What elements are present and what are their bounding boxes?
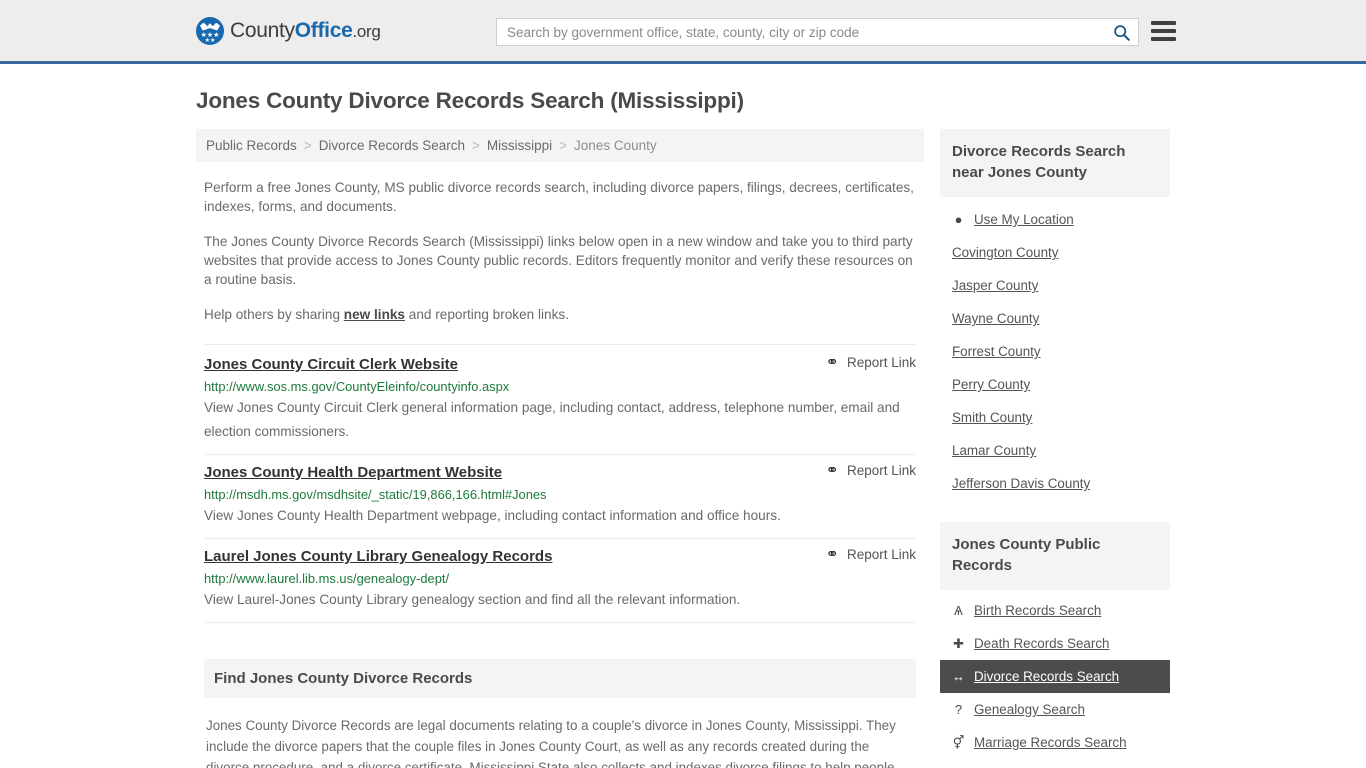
- page-body: Jones County Divorce Records Search (Mis…: [0, 88, 1366, 768]
- breadcrumb-item-mississippi[interactable]: Mississippi: [487, 138, 552, 153]
- report-link-button[interactable]: ⚭ Report Link: [826, 355, 916, 370]
- sidebar-nearby-heading: Divorce Records Search near Jones County: [940, 129, 1170, 197]
- find-records-body: Jones County Divorce Records are legal d…: [206, 718, 896, 768]
- broken-link-icon: ⚭: [826, 546, 840, 563]
- report-link-label: Report Link: [846, 547, 916, 562]
- resource-link-description: View Jones County Circuit Clerk general …: [204, 400, 900, 439]
- brand-part-org: .org: [352, 21, 381, 41]
- sidebar-item-label: Divorce Records Search: [974, 669, 1120, 684]
- intro-paragraph-1: Perform a free Jones County, MS public d…: [204, 180, 914, 214]
- sidebar-item-jasper-county[interactable]: Jasper County: [940, 269, 1170, 302]
- search-input[interactable]: [497, 19, 1104, 45]
- site-logo[interactable]: ★★★ ★★ CountyOffice.org: [196, 16, 381, 45]
- intro-paragraph-2: The Jones County Divorce Records Search …: [204, 234, 913, 287]
- resource-link-title[interactable]: Laurel Jones County Library Genealogy Re…: [204, 547, 552, 567]
- resource-link-url: http://www.laurel.lib.ms.us/genealogy-de…: [204, 571, 450, 586]
- resource-link-url: http://msdh.ms.gov/msdhsite/_static/19,8…: [204, 487, 547, 502]
- site-header: ★★★ ★★ CountyOffice.org: [0, 0, 1366, 64]
- double-arrow-icon: ↔: [952, 669, 965, 684]
- find-records-heading: Find Jones County Divorce Records: [204, 659, 916, 698]
- sidebar-item-label: Birth Records Search: [974, 603, 1102, 618]
- breadcrumb-item-divorce-records-search[interactable]: Divorce Records Search: [319, 138, 465, 153]
- main-content: Public Records > Divorce Records Search …: [196, 129, 924, 768]
- sidebar-item-label: Wayne County: [952, 311, 1040, 326]
- resource-link-description: View Jones County Health Department webp…: [204, 508, 781, 523]
- intro-p3-after: and reporting broken links.: [405, 307, 569, 322]
- report-link-button[interactable]: ⚭ Report Link: [826, 547, 916, 562]
- new-links-link[interactable]: new links: [344, 307, 405, 322]
- sidebar-item-marriage-records-search[interactable]: ⚥ Marriage Records Search: [940, 726, 1170, 759]
- report-link-button[interactable]: ⚭ Report Link: [826, 463, 916, 478]
- link-header-row: Laurel Jones County Library Genealogy Re…: [204, 547, 916, 567]
- breadcrumb-separator: >: [303, 138, 312, 153]
- breadcrumb: Public Records > Divorce Records Search …: [196, 129, 924, 162]
- sidebar-public-records-heading: Jones County Public Records: [940, 522, 1170, 590]
- sidebar: Divorce Records Search near Jones County…: [940, 129, 1170, 759]
- report-link-label: Report Link: [846, 355, 916, 370]
- sidebar-item-forrest-county[interactable]: Forrest County: [940, 335, 1170, 368]
- brand-wordmark: CountyOffice.org: [230, 19, 381, 43]
- broken-link-icon: ⚭: [826, 354, 840, 371]
- link-header-row: Jones County Health Department Website ⚭…: [204, 463, 916, 483]
- intro-p3-before: Help others by sharing: [204, 307, 344, 322]
- brand-part-office: Office: [294, 18, 353, 42]
- sidebar-item-label: Death Records Search: [974, 636, 1110, 651]
- sidebar-item-label: Use My Location: [974, 212, 1074, 227]
- link-header-row: Jones County Circuit Clerk Website ⚭ Rep…: [204, 355, 916, 375]
- sidebar-item-death-records-search[interactable]: ✚ Death Records Search: [940, 627, 1170, 660]
- sidebar-item-label: Smith County: [952, 410, 1033, 425]
- list-item: Laurel Jones County Library Genealogy Re…: [204, 539, 916, 623]
- find-records-section: Find Jones County Divorce Records Jones …: [196, 659, 924, 768]
- sidebar-public-records-list: Ѧ Birth Records Search ✚ Death Records S…: [940, 594, 1170, 759]
- resource-link-description: View Laurel-Jones County Library genealo…: [204, 592, 741, 607]
- resource-link-title[interactable]: Jones County Health Department Website: [204, 463, 502, 483]
- cross-icon: ✚: [953, 636, 964, 651]
- resource-link-url: http://www.sos.ms.gov/CountyEleinfo/coun…: [204, 379, 510, 394]
- sidebar-item-covington-county[interactable]: Covington County: [940, 236, 1170, 269]
- breadcrumb-separator: >: [559, 138, 568, 153]
- sidebar-item-smith-county[interactable]: Smith County: [940, 401, 1170, 434]
- sidebar-item-wayne-county[interactable]: Wayne County: [940, 302, 1170, 335]
- sidebar-item-use-my-location[interactable]: ● Use My Location: [940, 203, 1170, 236]
- sidebar-item-label: Jasper County: [952, 278, 1039, 293]
- sidebar-item-birth-records-search[interactable]: Ѧ Birth Records Search: [940, 594, 1170, 627]
- sidebar-item-label: Perry County: [952, 377, 1031, 392]
- hamburger-menu-icon[interactable]: [1151, 20, 1176, 42]
- resource-link-title[interactable]: Jones County Circuit Clerk Website: [204, 355, 458, 375]
- search-button[interactable]: [1104, 19, 1138, 45]
- sidebar-item-lamar-county[interactable]: Lamar County: [940, 434, 1170, 467]
- sidebar-item-jefferson-davis-county[interactable]: Jefferson Davis County: [940, 467, 1170, 500]
- sidebar-item-label: Genealogy Search: [974, 702, 1085, 717]
- sidebar-item-label: Covington County: [952, 245, 1059, 260]
- intro-text: Perform a free Jones County, MS public d…: [196, 178, 924, 324]
- breadcrumb-separator: >: [472, 138, 480, 153]
- sidebar-item-genealogy-search[interactable]: ? Genealogy Search: [940, 693, 1170, 726]
- baby-icon: Ѧ: [954, 603, 963, 618]
- broken-link-icon: ⚭: [826, 462, 840, 479]
- sidebar-item-label: Lamar County: [952, 443, 1037, 458]
- search-bar[interactable]: [496, 18, 1139, 46]
- sidebar-item-perry-county[interactable]: Perry County: [940, 368, 1170, 401]
- male-female-icon: ⚥: [952, 735, 965, 750]
- intro-paragraph-3: Help others by sharing new links and rep…: [204, 305, 916, 324]
- content-columns: Public Records > Divorce Records Search …: [196, 129, 1170, 768]
- sidebar-public-records-block: Jones County Public Records Ѧ Birth Reco…: [940, 522, 1170, 759]
- resource-link-list: Jones County Circuit Clerk Website ⚭ Rep…: [196, 344, 924, 623]
- sidebar-item-label: Jefferson Davis County: [952, 476, 1091, 491]
- list-item: Jones County Circuit Clerk Website ⚭ Rep…: [204, 344, 916, 455]
- sidebar-nearby-list: ● Use My Location Covington County Jaspe…: [940, 203, 1170, 500]
- report-link-label: Report Link: [846, 463, 916, 478]
- list-item: Jones County Health Department Website ⚭…: [204, 455, 916, 539]
- question-mark-icon: ?: [954, 702, 963, 717]
- sidebar-item-label: Marriage Records Search: [974, 735, 1127, 750]
- page-title: Jones County Divorce Records Search (Mis…: [196, 88, 744, 113]
- eagle-seal-icon: ★★★ ★★: [196, 16, 224, 45]
- search-icon: [1113, 24, 1130, 41]
- sidebar-item-divorce-records-search[interactable]: ↔ Divorce Records Search: [940, 660, 1170, 693]
- brand-part-county: County: [230, 18, 295, 42]
- breadcrumb-item-public-records[interactable]: Public Records: [206, 138, 297, 153]
- map-pin-icon: ●: [954, 212, 963, 227]
- sidebar-item-label: Forrest County: [952, 344, 1041, 359]
- breadcrumb-item-jones-county: Jones County: [574, 138, 657, 153]
